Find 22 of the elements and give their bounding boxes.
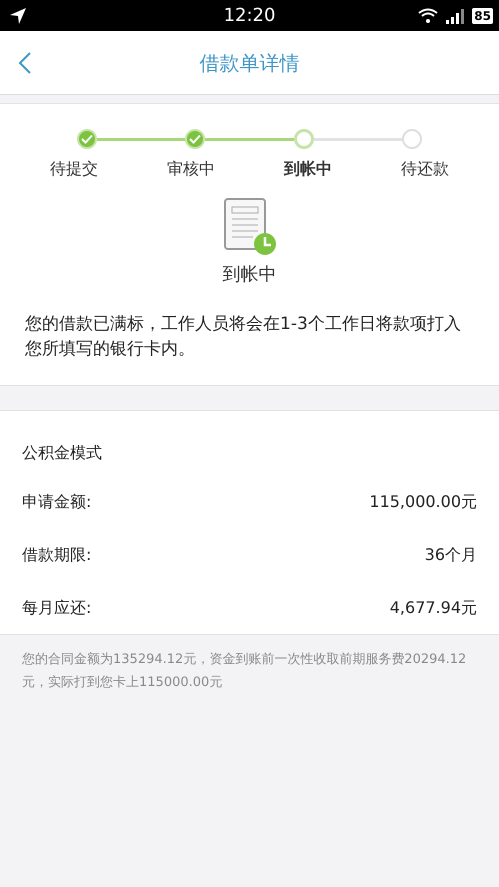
- field-value: 4,677.94元: [390, 597, 477, 620]
- page-title: 借款单详情: [200, 50, 300, 76]
- step-label: 待提交: [50, 158, 98, 180]
- wifi-icon: [418, 8, 438, 24]
- field-value: 115,000.00元: [369, 491, 477, 514]
- step-label: 审核中: [167, 158, 215, 180]
- status-message: 您的借款已满标，工作人员将会在1-3个工作日将款项打入您所填写的银行卡内。: [24, 313, 462, 361]
- document-clock-icon: [222, 197, 276, 257]
- back-icon[interactable]: [18, 51, 32, 75]
- location-arrow-icon: [8, 6, 28, 26]
- field-label: 每月应还:: [22, 597, 92, 620]
- battery-level: 85: [472, 8, 493, 24]
- field-label: 申请金额:: [22, 491, 92, 514]
- step-label: 到帐中: [284, 158, 332, 180]
- status-label: 到帐中: [222, 263, 276, 287]
- contract-note: 您的合同金额为135294.12元，资金到账前一次性收取前期服务费20294.12元，实际打到您卡上115000.00元: [21, 651, 468, 692]
- step-label: 待还款: [401, 158, 449, 180]
- section-title: 公积金模式: [21, 442, 103, 464]
- clock-time: 12:20: [224, 4, 276, 28]
- field-label: 借款期限:: [22, 544, 92, 566]
- signal-icon: [446, 8, 464, 24]
- field-value: 36个月: [424, 544, 477, 566]
